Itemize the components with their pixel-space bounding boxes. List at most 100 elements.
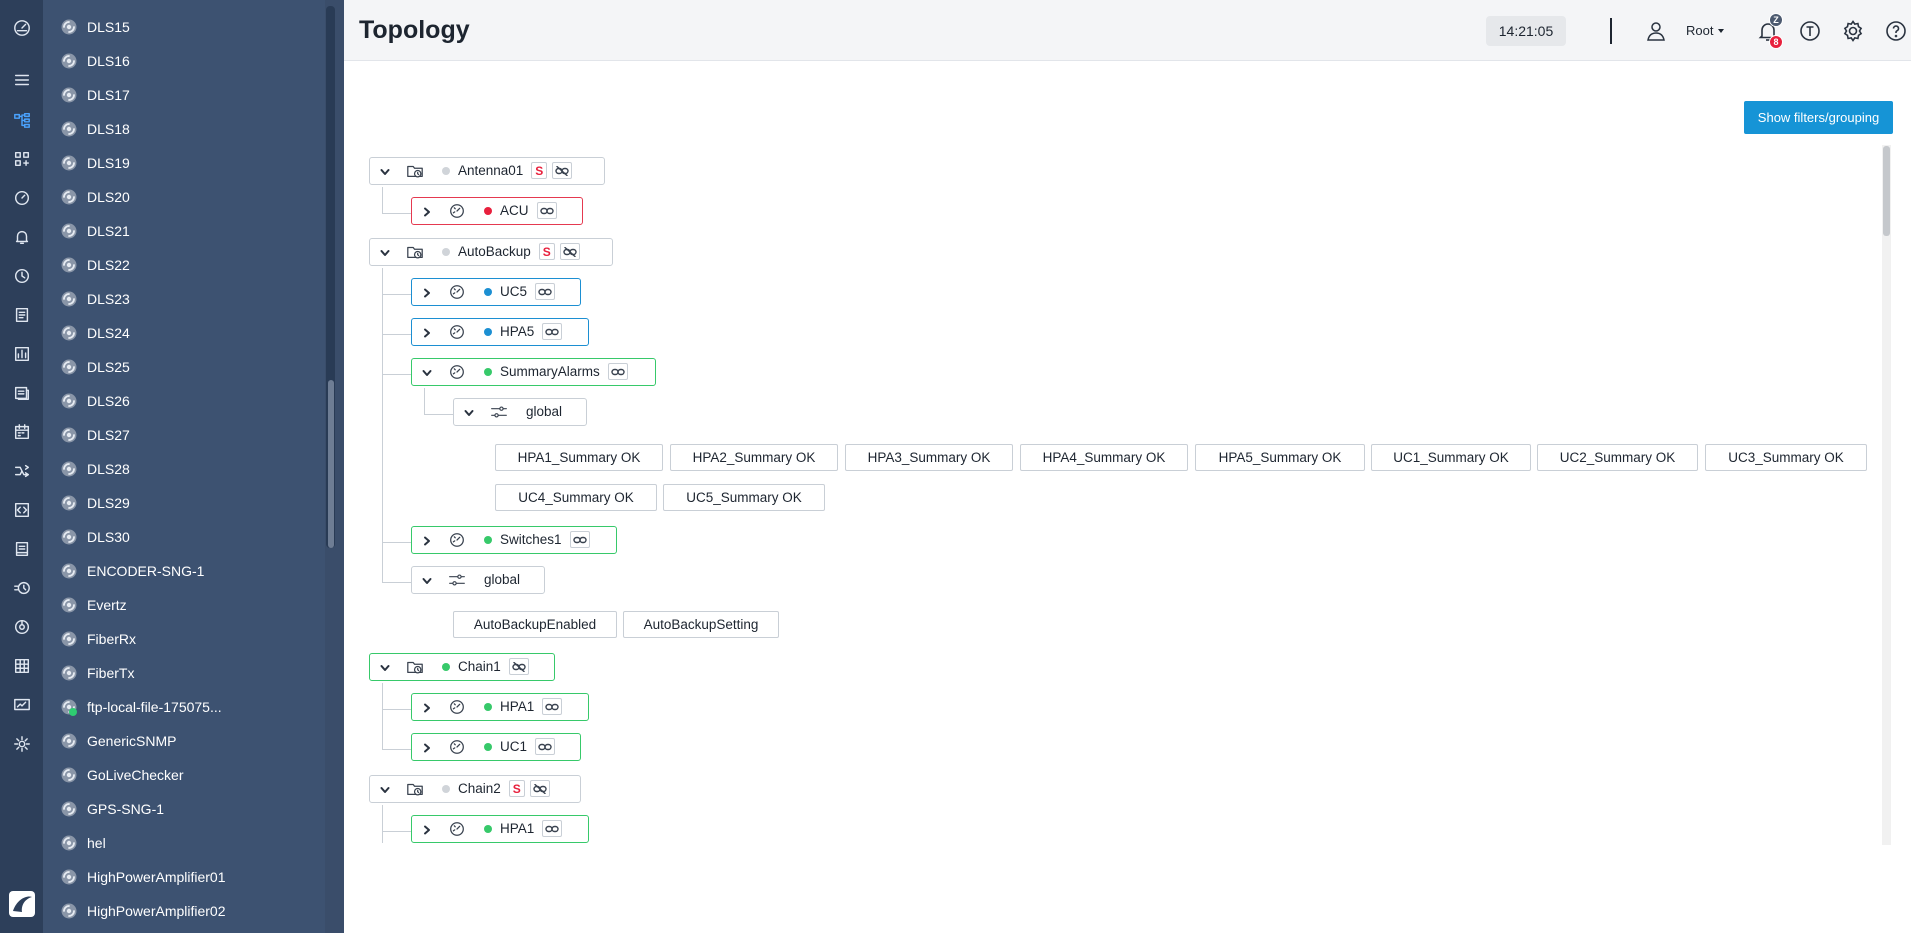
user-caret-icon[interactable] bbox=[1718, 29, 1724, 33]
chain2-hpa1-node[interactable]: HPA1 bbox=[411, 815, 589, 843]
unlink-icon[interactable] bbox=[559, 243, 580, 260]
device-list-item[interactable]: DLS26 bbox=[43, 384, 325, 418]
link-icon[interactable] bbox=[535, 283, 556, 300]
settings-gear-icon[interactable] bbox=[0, 728, 43, 760]
device-list-item[interactable]: DLS29 bbox=[43, 486, 325, 520]
chevron-right-icon[interactable] bbox=[422, 823, 432, 835]
chevron-down-icon[interactable] bbox=[380, 783, 390, 793]
link-icon[interactable] bbox=[542, 820, 563, 837]
autobackup-node[interactable]: AutoBackup S bbox=[369, 238, 613, 266]
topology-scrollbar[interactable] bbox=[1882, 145, 1891, 845]
switches1-node[interactable]: Switches1 bbox=[411, 526, 617, 554]
chevron-right-icon[interactable] bbox=[422, 701, 432, 713]
device-list-item[interactable]: hel bbox=[43, 826, 325, 860]
show-filters-button[interactable]: Show filters/grouping bbox=[1744, 101, 1893, 134]
link-icon[interactable] bbox=[542, 323, 563, 340]
unlink-icon[interactable] bbox=[508, 658, 529, 675]
monitor-gauge-icon[interactable] bbox=[0, 182, 43, 214]
chevron-down-icon[interactable] bbox=[422, 574, 432, 584]
menu-icon[interactable] bbox=[0, 64, 43, 96]
device-list-item[interactable]: GoLiveChecker bbox=[43, 758, 325, 792]
workflow-icon[interactable] bbox=[0, 455, 43, 487]
summary-alarm-item[interactable]: HPA3_Summary OK bbox=[845, 444, 1013, 471]
network-icon[interactable] bbox=[0, 611, 43, 643]
chain2-node[interactable]: Chain2 S bbox=[369, 775, 581, 803]
device-list-item[interactable]: ftp-local-file-175075... bbox=[43, 690, 325, 724]
device-list-item[interactable]: ENCODER-SNG-1 bbox=[43, 554, 325, 588]
summary-alarm-item[interactable]: HPA4_Summary OK bbox=[1020, 444, 1188, 471]
device-list-item[interactable]: GPS-SNG-1 bbox=[43, 792, 325, 826]
chevron-right-icon[interactable] bbox=[422, 534, 432, 546]
device-list-item[interactable]: DLS25 bbox=[43, 350, 325, 384]
summary-alarms-node[interactable]: SummaryAlarms bbox=[411, 358, 656, 386]
link-icon[interactable] bbox=[542, 698, 563, 715]
device-list-item[interactable]: HighPowerAmplifier02 bbox=[43, 894, 325, 928]
reports-icon[interactable] bbox=[0, 377, 43, 409]
link-icon[interactable] bbox=[536, 202, 557, 219]
global-params-node[interactable]: global bbox=[453, 398, 587, 426]
timeline-icon[interactable] bbox=[0, 572, 43, 604]
device-list-item[interactable]: DLS30 bbox=[43, 520, 325, 554]
device-list-item[interactable]: DLS22 bbox=[43, 248, 325, 282]
device-list-item[interactable]: DLS27 bbox=[43, 418, 325, 452]
bell-icon[interactable] bbox=[0, 221, 43, 253]
chevron-right-icon[interactable] bbox=[422, 741, 432, 753]
link-icon[interactable] bbox=[569, 531, 590, 548]
device-list-item[interactable]: HighPowerAmplifier01 bbox=[43, 860, 325, 894]
unlink-icon[interactable] bbox=[529, 780, 550, 797]
link-icon[interactable] bbox=[535, 738, 556, 755]
table-icon[interactable] bbox=[0, 650, 43, 682]
unlink-icon[interactable] bbox=[552, 162, 573, 179]
add-widget-icon[interactable] bbox=[0, 143, 43, 175]
settings-icon[interactable] bbox=[1841, 19, 1865, 43]
summary-alarm-item[interactable]: UC4_Summary OK bbox=[495, 484, 657, 511]
device-list-item[interactable]: DLS24 bbox=[43, 316, 325, 350]
device-list-scroll-thumb[interactable] bbox=[328, 380, 334, 548]
calendar-icon[interactable] bbox=[0, 416, 43, 448]
autobackup-param-item[interactable]: AutoBackupSetting bbox=[623, 611, 779, 638]
chart-icon[interactable] bbox=[0, 338, 43, 370]
document-icon[interactable] bbox=[0, 533, 43, 565]
screen-icon[interactable] bbox=[0, 689, 43, 721]
device-list-item[interactable]: DLS28 bbox=[43, 452, 325, 486]
summary-alarm-item[interactable]: HPA1_Summary OK bbox=[495, 444, 663, 471]
chevron-right-icon[interactable] bbox=[422, 326, 432, 338]
device-list-item[interactable]: DLS16 bbox=[43, 44, 325, 78]
chevron-right-icon[interactable] bbox=[422, 286, 432, 298]
summary-alarm-item[interactable]: HPA5_Summary OK bbox=[1195, 444, 1365, 471]
chevron-down-icon[interactable] bbox=[380, 246, 390, 256]
device-list-item[interactable]: DLS18 bbox=[43, 112, 325, 146]
device-list-item[interactable]: FiberTx bbox=[43, 656, 325, 690]
user-menu-label[interactable]: Root bbox=[1686, 23, 1713, 38]
chevron-down-icon[interactable] bbox=[422, 366, 432, 376]
summary-alarm-item[interactable]: UC5_Summary OK bbox=[663, 484, 825, 511]
user-icon[interactable] bbox=[1644, 19, 1668, 43]
device-list-item[interactable]: Evertz bbox=[43, 588, 325, 622]
history-icon[interactable] bbox=[0, 260, 43, 292]
summary-alarm-item[interactable]: UC1_Summary OK bbox=[1371, 444, 1531, 471]
hpa5-node[interactable]: HPA5 bbox=[411, 318, 589, 346]
chain1-hpa1-node[interactable]: HPA1 bbox=[411, 693, 589, 721]
chevron-right-icon[interactable] bbox=[422, 205, 432, 217]
device-list-item[interactable]: DLS20 bbox=[43, 180, 325, 214]
device-list-item[interactable]: DLS17 bbox=[43, 78, 325, 112]
dashboard-gauge-icon[interactable] bbox=[0, 12, 43, 44]
summary-alarm-item[interactable]: UC2_Summary OK bbox=[1537, 444, 1698, 471]
device-list-item[interactable]: FiberRx bbox=[43, 622, 325, 656]
topology-icon[interactable] bbox=[0, 104, 43, 136]
summary-alarm-item[interactable]: UC3_Summary OK bbox=[1705, 444, 1867, 471]
chain1-node[interactable]: Chain1 bbox=[369, 653, 555, 681]
chevron-down-icon[interactable] bbox=[464, 406, 474, 416]
chevron-down-icon[interactable] bbox=[380, 165, 390, 175]
link-icon[interactable] bbox=[607, 363, 628, 380]
device-list-item[interactable]: DLS19 bbox=[43, 146, 325, 180]
summary-alarm-item[interactable]: HPA2_Summary OK bbox=[670, 444, 838, 471]
global-params-node[interactable]: global bbox=[411, 566, 545, 594]
log-icon[interactable] bbox=[0, 299, 43, 331]
help-icon[interactable] bbox=[1884, 19, 1908, 43]
uc5-node[interactable]: UC5 bbox=[411, 278, 581, 306]
device-list-item[interactable]: DLS23 bbox=[43, 282, 325, 316]
chevron-down-icon[interactable] bbox=[380, 661, 390, 671]
acu-node[interactable]: ACU bbox=[411, 197, 583, 225]
topology-scroll-thumb[interactable] bbox=[1883, 146, 1890, 236]
